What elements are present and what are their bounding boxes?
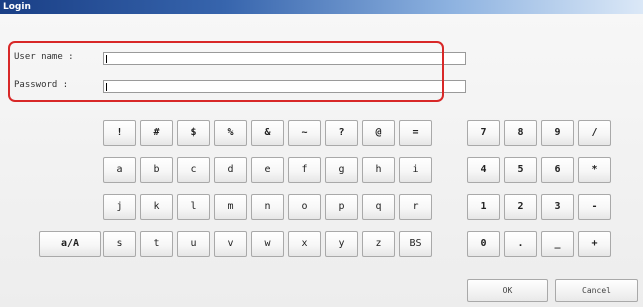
case-toggle-key[interactable]: a/A — [39, 231, 101, 257]
keypad-key[interactable]: - — [578, 194, 611, 220]
keyboard-key[interactable]: t — [140, 231, 173, 257]
keypad-key[interactable]: 7 — [467, 120, 500, 146]
login-window: Login User name : Password : a/A OK Canc… — [0, 0, 643, 307]
keyboard-key[interactable]: h — [362, 157, 395, 183]
keyboard-key[interactable]: e — [251, 157, 284, 183]
keyboard-key[interactable]: p — [325, 194, 358, 220]
keypad-key[interactable]: / — [578, 120, 611, 146]
keyboard-key[interactable]: ? — [325, 120, 358, 146]
keypad-key[interactable]: . — [504, 231, 537, 257]
cancel-button[interactable]: Cancel — [555, 279, 638, 302]
keyboard-key[interactable]: n — [251, 194, 284, 220]
keyboard-key[interactable]: j — [103, 194, 136, 220]
keyboard-key[interactable]: f — [288, 157, 321, 183]
keyboard-key[interactable]: $ — [177, 120, 210, 146]
keypad-key[interactable]: * — [578, 157, 611, 183]
keyboard-key[interactable]: k — [140, 194, 173, 220]
keyboard-key[interactable]: w — [251, 231, 284, 257]
keyboard-key[interactable]: z — [362, 231, 395, 257]
keyboard-key[interactable]: v — [214, 231, 247, 257]
keyboard-key[interactable]: g — [325, 157, 358, 183]
keypad-key[interactable]: 3 — [541, 194, 574, 220]
keyboard-key[interactable]: ~ — [288, 120, 321, 146]
keypad-key[interactable]: 8 — [504, 120, 537, 146]
keyboard-key[interactable]: i — [399, 157, 432, 183]
keypad-key[interactable]: 1 — [467, 194, 500, 220]
keyboard-key[interactable]: % — [214, 120, 247, 146]
keyboard-key[interactable]: m — [214, 194, 247, 220]
keyboard-key[interactable]: c — [177, 157, 210, 183]
credentials-highlight — [8, 41, 444, 102]
keyboard-key[interactable]: y — [325, 231, 358, 257]
window-title: Login — [3, 2, 31, 12]
keyboard-key[interactable]: u — [177, 231, 210, 257]
title-bar[interactable]: Login — [0, 0, 643, 14]
keypad-key[interactable]: 6 — [541, 157, 574, 183]
keyboard-key[interactable]: ! — [103, 120, 136, 146]
keypad-key[interactable]: 2 — [504, 194, 537, 220]
keypad-key[interactable]: 5 — [504, 157, 537, 183]
keyboard-key[interactable]: & — [251, 120, 284, 146]
keyboard-key[interactable]: b — [140, 157, 173, 183]
keyboard-key[interactable]: @ — [362, 120, 395, 146]
keypad-key[interactable]: + — [578, 231, 611, 257]
keyboard-key[interactable]: a — [103, 157, 136, 183]
keyboard-key[interactable]: = — [399, 120, 432, 146]
keyboard-key[interactable]: q — [362, 194, 395, 220]
keypad-key[interactable]: 0 — [467, 231, 500, 257]
keyboard-key[interactable]: d — [214, 157, 247, 183]
keyboard-key[interactable]: BS — [399, 231, 432, 257]
keyboard-key[interactable]: s — [103, 231, 136, 257]
keypad-key[interactable]: _ — [541, 231, 574, 257]
keyboard-key[interactable]: # — [140, 120, 173, 146]
keyboard-key[interactable]: l — [177, 194, 210, 220]
keyboard-key[interactable]: x — [288, 231, 321, 257]
ok-button[interactable]: OK — [467, 279, 548, 302]
keypad-key[interactable]: 4 — [467, 157, 500, 183]
keypad-key[interactable]: 9 — [541, 120, 574, 146]
keyboard-key[interactable]: r — [399, 194, 432, 220]
keyboard-key[interactable]: o — [288, 194, 321, 220]
